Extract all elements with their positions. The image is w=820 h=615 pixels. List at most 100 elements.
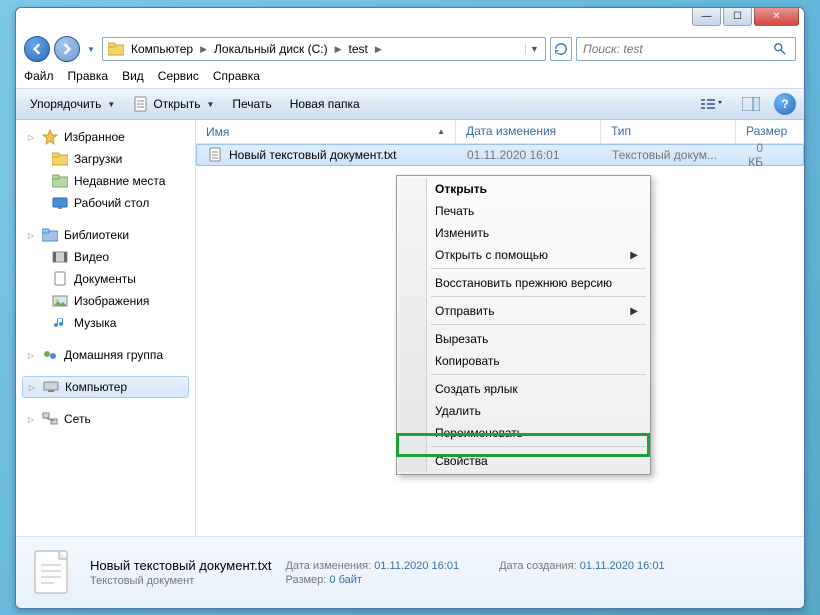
ctx-edit[interactable]: Изменить	[399, 222, 648, 244]
folder-icon	[107, 40, 125, 58]
details-size-value: 0 байт	[329, 574, 362, 586]
menu-edit[interactable]: Правка	[68, 69, 109, 83]
sidebar-favorites[interactable]: ▷ Избранное	[22, 126, 195, 148]
breadcrumb-sep-icon: ▶	[197, 44, 210, 55]
sidebar: ▷ Избранное Загрузки Недавние места Рабо…	[16, 120, 196, 536]
column-headers: Имя▲ Дата изменения Тип Размер	[196, 120, 804, 144]
sidebar-item-label: Сеть	[64, 412, 91, 426]
menu-file[interactable]: Файл	[24, 69, 54, 83]
chevron-down-icon: ▼	[206, 100, 214, 109]
sidebar-videos[interactable]: Видео	[22, 246, 195, 268]
sidebar-desktop[interactable]: Рабочий стол	[22, 192, 195, 214]
breadcrumb-2[interactable]: test	[345, 38, 372, 60]
desktop-icon	[52, 195, 68, 211]
details-modified-label: Дата изменения:	[285, 560, 371, 572]
breadcrumb-sep-icon: ▶	[332, 44, 345, 55]
column-date[interactable]: Дата изменения	[456, 120, 601, 143]
sidebar-pictures[interactable]: Изображения	[22, 290, 195, 312]
file-date-cell: 01.11.2020 16:01	[457, 148, 602, 162]
address-bar[interactable]: Компьютер▶ Локальный диск (C:)▶ test▶ ▼	[102, 37, 546, 61]
column-name[interactable]: Имя▲	[196, 120, 456, 143]
ctx-send-to[interactable]: Отправить▶	[399, 300, 648, 322]
maximize-button[interactable]: ☐	[723, 8, 752, 26]
menu-tools[interactable]: Сервис	[158, 69, 199, 83]
preview-pane-button[interactable]	[734, 93, 768, 115]
ctx-properties[interactable]: Свойства	[399, 450, 648, 472]
menubar: Файл Правка Вид Сервис Справка	[16, 66, 804, 86]
search-box[interactable]	[576, 37, 796, 61]
organize-label: Упорядочить	[30, 97, 101, 111]
libraries-icon	[42, 227, 58, 243]
chevron-down-icon: ▼	[107, 100, 115, 109]
details-pane: Новый текстовый документ.txt Текстовый д…	[16, 536, 804, 608]
organize-button[interactable]: Упорядочить ▼	[24, 92, 121, 116]
close-button[interactable]: ✕	[754, 8, 799, 26]
ctx-rename[interactable]: Переименовать	[399, 422, 648, 444]
sidebar-item-label: Компьютер	[65, 380, 127, 394]
star-icon	[42, 129, 58, 145]
help-button[interactable]: ?	[774, 93, 796, 115]
details-subtitle: Текстовый документ	[90, 575, 271, 587]
ctx-open[interactable]: Открыть	[399, 178, 648, 200]
submenu-arrow-icon: ▶	[630, 306, 638, 317]
collapse-icon: ▷	[26, 351, 36, 360]
sidebar-music[interactable]: Музыка	[22, 312, 195, 334]
sidebar-documents[interactable]: Документы	[22, 268, 195, 290]
column-type[interactable]: Тип	[601, 120, 736, 143]
sidebar-downloads[interactable]: Загрузки	[22, 148, 195, 170]
sidebar-network[interactable]: ▷Сеть	[22, 408, 195, 430]
new-folder-label: Новая папка	[290, 97, 360, 111]
address-dropdown[interactable]: ▼	[525, 44, 543, 54]
file-type-cell: Текстовый докум...	[602, 148, 737, 162]
ctx-shortcut[interactable]: Создать ярлык	[399, 378, 648, 400]
print-button[interactable]: Печать	[226, 92, 277, 116]
breadcrumb-1[interactable]: Локальный диск (C:)	[210, 38, 332, 60]
ctx-restore[interactable]: Восстановить прежнюю версию	[399, 272, 648, 294]
column-name-label: Имя	[206, 125, 229, 139]
sidebar-libraries-label: Библиотеки	[64, 228, 129, 242]
breadcrumb-sep-icon: ▶	[372, 44, 385, 55]
sidebar-item-label: Музыка	[74, 316, 116, 330]
refresh-button[interactable]	[550, 37, 572, 61]
sidebar-recent[interactable]: Недавние места	[22, 170, 195, 192]
sidebar-item-label: Видео	[74, 250, 109, 264]
menu-view[interactable]: Вид	[122, 69, 144, 83]
view-options-button[interactable]	[694, 93, 728, 115]
sidebar-item-label: Документы	[74, 272, 136, 286]
ctx-delete[interactable]: Удалить	[399, 400, 648, 422]
sidebar-item-label: Недавние места	[74, 174, 165, 188]
back-button[interactable]	[24, 36, 50, 62]
menu-help[interactable]: Справка	[213, 69, 260, 83]
ctx-print[interactable]: Печать	[399, 200, 648, 222]
column-size[interactable]: Размер	[736, 120, 804, 143]
details-created-value: 01.11.2020 16:01	[580, 560, 665, 572]
ctx-cut[interactable]: Вырезать	[399, 328, 648, 350]
sidebar-libraries[interactable]: ▷Библиотеки	[22, 224, 195, 246]
folder-icon	[52, 151, 68, 167]
sidebar-item-label: Домашняя группа	[64, 348, 163, 362]
new-folder-button[interactable]: Новая папка	[284, 92, 366, 116]
sidebar-homegroup[interactable]: ▷ Домашняя группа	[22, 344, 195, 366]
computer-icon	[43, 379, 59, 395]
minimize-button[interactable]: —	[692, 8, 721, 26]
search-input[interactable]	[577, 42, 773, 56]
file-name-cell: Новый текстовый документ.txt	[197, 147, 457, 163]
search-icon[interactable]	[773, 42, 795, 56]
document-icon	[52, 271, 68, 287]
file-name-text: Новый текстовый документ.txt	[229, 148, 397, 162]
breadcrumb-0[interactable]: Компьютер	[127, 38, 197, 60]
homegroup-icon	[42, 347, 58, 363]
ctx-copy[interactable]: Копировать	[399, 350, 648, 372]
sidebar-computer[interactable]: ▷Компьютер	[22, 376, 189, 398]
network-icon	[42, 411, 58, 427]
open-button[interactable]: Открыть ▼	[127, 92, 220, 116]
sidebar-item-label: Рабочий стол	[74, 196, 149, 210]
forward-button[interactable]	[54, 36, 80, 62]
file-row[interactable]: Новый текстовый документ.txt 01.11.2020 …	[196, 144, 804, 166]
open-label: Открыть	[153, 97, 200, 111]
ctx-open-with[interactable]: Открыть с помощью▶	[399, 244, 648, 266]
file-size-cell: 0 КБ	[737, 141, 803, 169]
sidebar-item-label: Загрузки	[74, 152, 122, 166]
print-label: Печать	[232, 97, 271, 111]
nav-history-dropdown[interactable]: ▼	[84, 37, 98, 61]
